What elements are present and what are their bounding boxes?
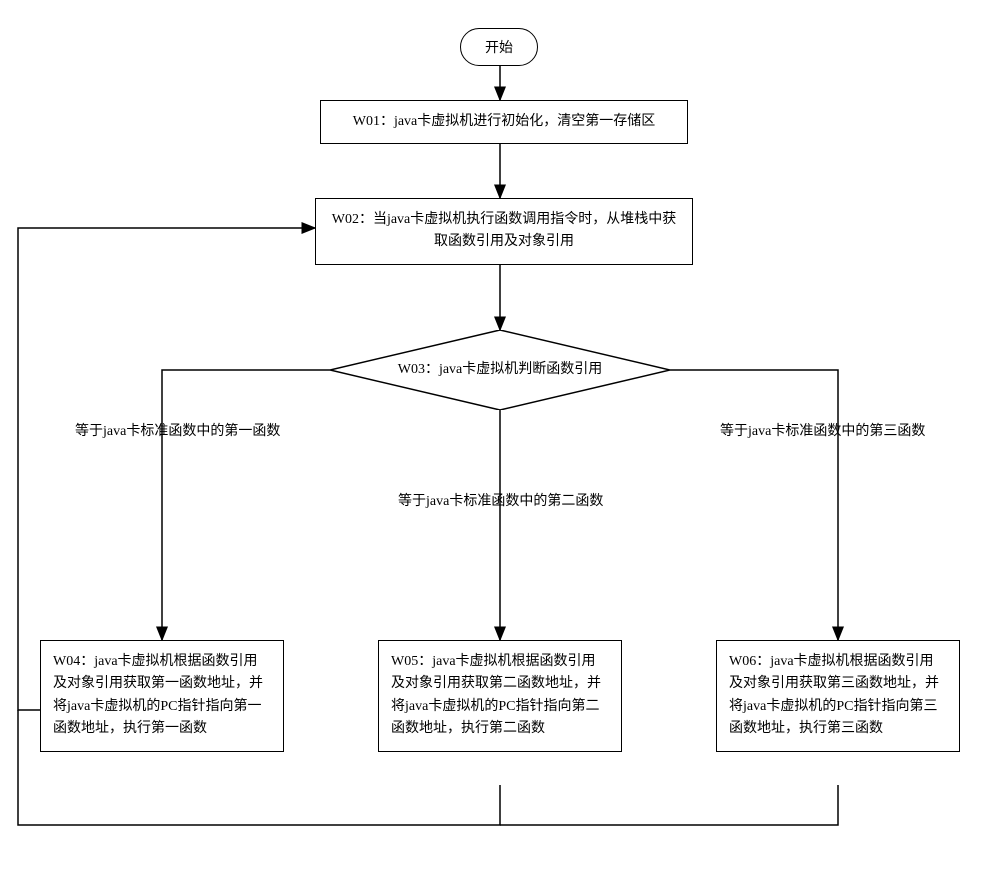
- w01-text: W01：java卡虚拟机进行初始化，清空第一存储区: [353, 114, 656, 129]
- w02-text: W02：当java卡虚拟机执行函数调用指令时，从堆栈中获取函数引用及对象引用: [332, 212, 677, 249]
- w03-decision: W03：java卡虚拟机判断函数引用: [330, 330, 670, 410]
- w05-text: W05：java卡虚拟机根据函数引用及对象引用获取第二函数地址，并将java卡虚…: [391, 654, 601, 736]
- w05-process: W05：java卡虚拟机根据函数引用及对象引用获取第二函数地址，并将java卡虚…: [378, 640, 622, 752]
- branch3-label: 等于java卡标准函数中的第三函数: [720, 420, 925, 440]
- branch2-label: 等于java卡标准函数中的第二函数: [398, 490, 603, 510]
- w04-text: W04：java卡虚拟机根据函数引用及对象引用获取第一函数地址，并将java卡虚…: [53, 654, 263, 736]
- w03-text: W03：java卡虚拟机判断函数引用: [398, 362, 603, 377]
- w01-process: W01：java卡虚拟机进行初始化，清空第一存储区: [320, 100, 688, 144]
- w06-process: W06：java卡虚拟机根据函数引用及对象引用获取第三函数地址，并将java卡虚…: [716, 640, 960, 752]
- w06-text: W06：java卡虚拟机根据函数引用及对象引用获取第三函数地址，并将java卡虚…: [729, 654, 939, 736]
- w02-process: W02：当java卡虚拟机执行函数调用指令时，从堆栈中获取函数引用及对象引用: [315, 198, 693, 265]
- start-terminator: 开始: [460, 28, 538, 66]
- branch1-label: 等于java卡标准函数中的第一函数: [75, 420, 280, 440]
- w04-process: W04：java卡虚拟机根据函数引用及对象引用获取第一函数地址，并将java卡虚…: [40, 640, 284, 752]
- start-label: 开始: [485, 41, 513, 56]
